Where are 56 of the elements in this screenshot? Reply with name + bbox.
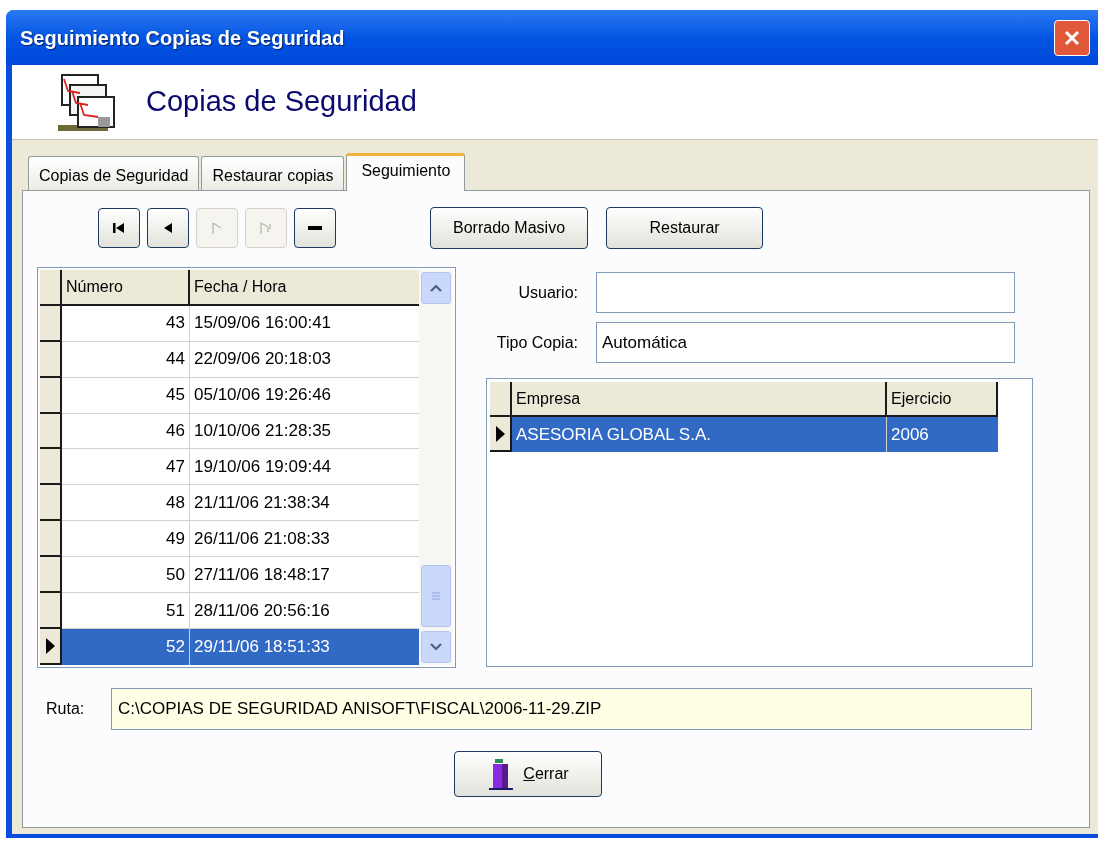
scroll-up-button[interactable] bbox=[421, 272, 451, 304]
table-cell: 49 bbox=[62, 521, 190, 558]
field-label: Usuario: bbox=[517, 282, 579, 303]
close-icon bbox=[1063, 28, 1081, 47]
tab[interactable]: Restaurar copias bbox=[201, 156, 345, 190]
minus-icon bbox=[308, 226, 322, 230]
navigator-button[interactable] bbox=[147, 208, 189, 248]
row-indicator[interactable] bbox=[40, 305, 62, 342]
tab[interactable]: Copias de Seguridad bbox=[28, 156, 200, 190]
row-indicator[interactable] bbox=[40, 341, 62, 378]
table-cell: 46 bbox=[62, 413, 190, 450]
table-cell: 52 bbox=[62, 629, 190, 665]
navigator-button[interactable] bbox=[98, 208, 140, 248]
table-cell: ASESORIA GLOBAL S.A. bbox=[512, 417, 887, 452]
row-indicator[interactable] bbox=[40, 629, 62, 665]
column-header[interactable]: Número bbox=[62, 270, 190, 306]
table-cell: 43 bbox=[62, 305, 190, 342]
row-indicator[interactable] bbox=[490, 417, 512, 452]
table-cell: 44 bbox=[62, 341, 190, 378]
chevron-up-icon bbox=[430, 284, 442, 292]
table-cell: 48 bbox=[62, 485, 190, 522]
first-record-icon bbox=[111, 220, 127, 236]
scroll-down-button[interactable] bbox=[421, 631, 451, 663]
close-dialog-button[interactable]: Cerrar bbox=[454, 751, 602, 797]
table-cell: 47 bbox=[62, 449, 190, 486]
row-indicator[interactable] bbox=[40, 485, 62, 522]
window-title: Seguimiento Copias de Seguridad bbox=[20, 25, 345, 51]
table-cell: 29/11/06 18:51:33 bbox=[190, 629, 419, 665]
field-label: Tipo Copia: bbox=[495, 332, 579, 353]
close-button[interactable] bbox=[1054, 19, 1090, 56]
table-cell: 45 bbox=[62, 377, 190, 414]
door-exit-icon bbox=[487, 757, 516, 791]
tab[interactable]: Seguimiento bbox=[346, 153, 466, 191]
row-indicator[interactable] bbox=[40, 557, 62, 594]
row-indicator[interactable] bbox=[40, 377, 62, 414]
row-indicator[interactable] bbox=[40, 413, 62, 450]
path-field[interactable]: C:\COPIAS DE SEGURIDAD ANISOFT\FISCAL\2006-11-29.ZIP bbox=[111, 688, 1032, 730]
table-cell: 2006 bbox=[887, 417, 998, 452]
navigator-button[interactable] bbox=[294, 208, 336, 248]
text-field[interactable] bbox=[596, 272, 1015, 313]
scrollbar[interactable] bbox=[419, 270, 453, 665]
field-label: Ruta: bbox=[46, 699, 86, 719]
scroll-thumb[interactable] bbox=[421, 565, 451, 627]
grip-icon bbox=[431, 592, 441, 600]
table-cell: 50 bbox=[62, 557, 190, 594]
row-indicator[interactable] bbox=[40, 593, 62, 630]
row-indicator[interactable] bbox=[40, 449, 62, 486]
action-button[interactable]: Restaurar bbox=[606, 207, 764, 249]
text-field[interactable]: Automática bbox=[596, 322, 1015, 363]
flag-icon bbox=[258, 220, 274, 236]
row-indicator[interactable] bbox=[40, 521, 62, 558]
action-button[interactable]: Borrado Masivo bbox=[430, 207, 589, 249]
current-row-icon bbox=[45, 638, 55, 654]
chevron-down-icon bbox=[430, 643, 442, 651]
header-title: Copias de Seguridad bbox=[146, 84, 417, 120]
current-row-icon bbox=[495, 425, 505, 442]
